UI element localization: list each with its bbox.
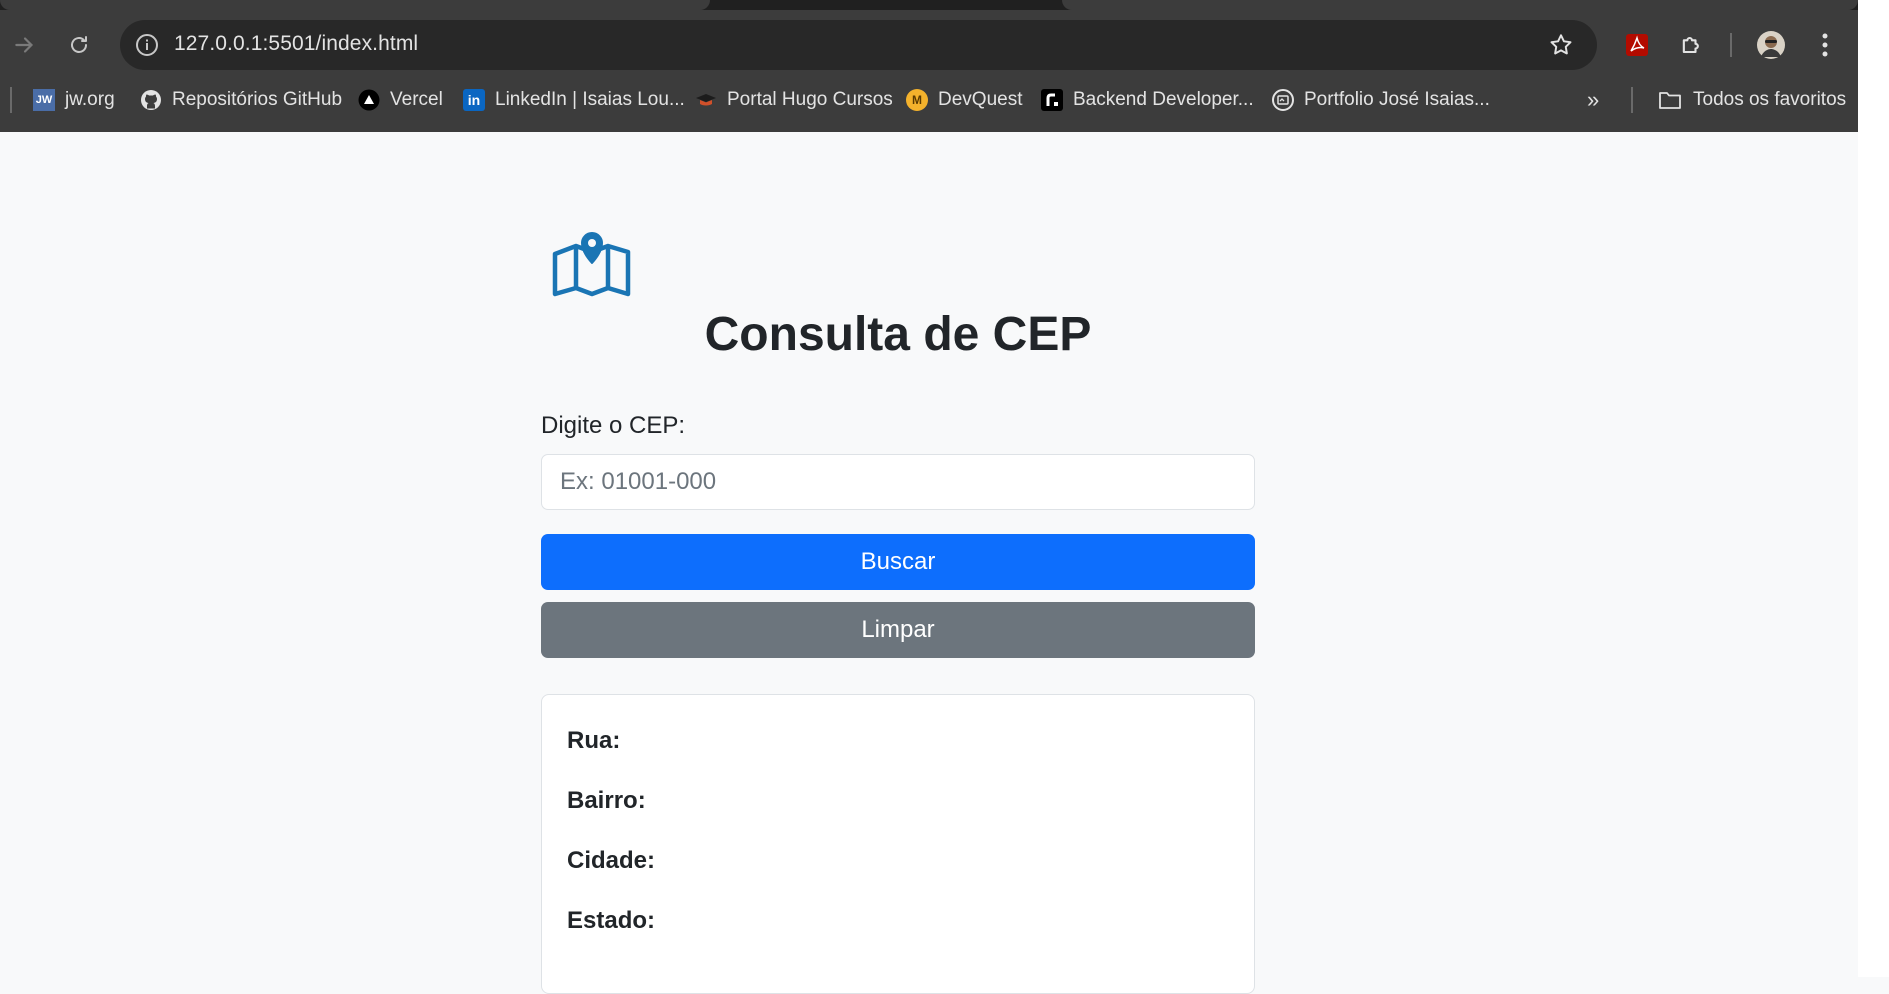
profile-avatar[interactable] bbox=[1754, 28, 1788, 62]
street-label: Rua: bbox=[567, 727, 621, 754]
page-title: Consulta de CEP bbox=[704, 308, 1092, 361]
cep-label: Digite o CEP: bbox=[541, 412, 686, 439]
devquest-icon: M bbox=[906, 89, 928, 111]
bookmark-vercel[interactable]: Vercel bbox=[358, 84, 443, 116]
city-label: Cidade: bbox=[567, 847, 656, 874]
site-info-icon[interactable] bbox=[134, 32, 160, 58]
result-card: Rua: Bairro: Cidade: Estado: bbox=[541, 694, 1255, 994]
browser-chrome: 127.0.0.1:5501/index.html JW jw.org Repo… bbox=[0, 0, 1858, 132]
more-bookmarks-chevron-icon[interactable]: » bbox=[1587, 84, 1599, 116]
bookmarks-divider bbox=[1631, 87, 1633, 113]
extensions-icon[interactable] bbox=[1675, 28, 1709, 62]
roadmap-icon bbox=[1041, 89, 1063, 111]
forward-icon[interactable] bbox=[8, 28, 42, 62]
bookmark-label: Backend Developer... bbox=[1073, 89, 1254, 110]
graduation-cap-icon bbox=[695, 89, 717, 111]
vercel-icon bbox=[358, 89, 380, 111]
state-label: Estado: bbox=[567, 907, 656, 934]
bookmark-portal-hugo[interactable]: Portal Hugo Cursos bbox=[695, 84, 893, 116]
search-button[interactable]: Buscar bbox=[541, 534, 1255, 590]
bookmark-label: LinkedIn | Isaias Lou... bbox=[495, 89, 685, 110]
page-content: Consulta de CEP Digite o CEP: Buscar Lim… bbox=[0, 132, 1858, 994]
bookmark-label: Vercel bbox=[390, 89, 443, 110]
tab[interactable] bbox=[0, 0, 710, 10]
bookmark-jw-org[interactable]: JW jw.org bbox=[33, 84, 115, 116]
bookmark-devquest[interactable]: M DevQuest bbox=[906, 84, 1022, 116]
portfolio-icon bbox=[1272, 89, 1294, 111]
jw-icon: JW bbox=[33, 89, 55, 111]
clear-button[interactable]: Limpar bbox=[541, 602, 1255, 658]
pdf-extension-icon[interactable] bbox=[1620, 28, 1654, 62]
bookmark-label: Portal Hugo Cursos bbox=[727, 89, 893, 110]
bookmark-label: Portfolio José Isaias... bbox=[1304, 89, 1490, 110]
toolbar-divider bbox=[1730, 33, 1732, 57]
address-bar[interactable]: 127.0.0.1:5501/index.html bbox=[120, 20, 1597, 70]
bookmark-linkedin[interactable]: in LinkedIn | Isaias Lou... bbox=[463, 84, 685, 116]
bookmark-label: Todos os favoritos bbox=[1693, 89, 1847, 110]
all-bookmarks-folder[interactable]: Todos os favoritos bbox=[1657, 84, 1846, 116]
url-text[interactable]: 127.0.0.1:5501/index.html bbox=[174, 32, 418, 56]
bookmark-portfolio[interactable]: Portfolio José Isaias... bbox=[1272, 84, 1490, 116]
bookmark-github[interactable]: Repositórios GitHub bbox=[140, 84, 342, 116]
folder-icon bbox=[1657, 89, 1683, 111]
tab[interactable] bbox=[1062, 0, 1858, 10]
map-pin-icon bbox=[550, 222, 632, 302]
menu-kebab-icon[interactable] bbox=[1808, 28, 1842, 62]
neighborhood-label: Bairro: bbox=[567, 787, 646, 814]
bookmarks-divider bbox=[10, 87, 12, 113]
window-edge bbox=[1858, 0, 1889, 977]
bookmark-label: DevQuest bbox=[938, 89, 1023, 110]
cep-input[interactable] bbox=[541, 454, 1255, 510]
tab-strip bbox=[0, 0, 1858, 10]
bookmark-label: jw.org bbox=[65, 89, 115, 110]
github-icon bbox=[140, 89, 162, 111]
bookmark-backend-developer[interactable]: Backend Developer... bbox=[1041, 84, 1254, 116]
bookmark-label: Repositórios GitHub bbox=[172, 89, 343, 110]
linkedin-icon: in bbox=[463, 89, 485, 111]
reload-icon[interactable] bbox=[62, 28, 96, 62]
bookmark-star-icon[interactable] bbox=[1548, 32, 1574, 58]
